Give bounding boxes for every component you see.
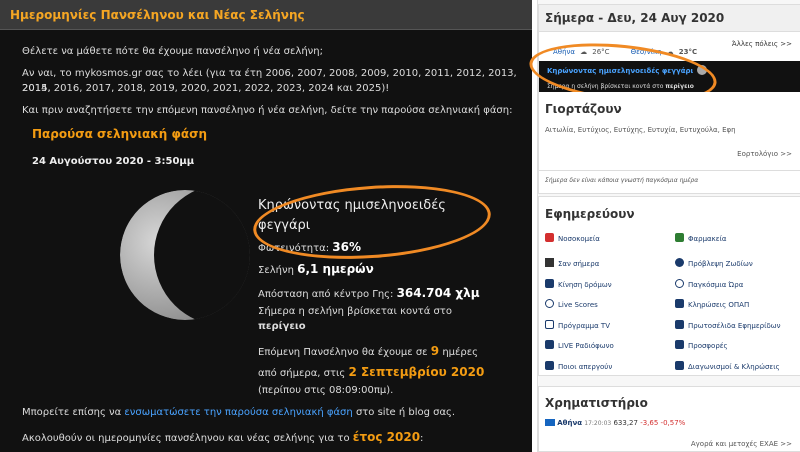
position: Σήμερα η σελήνη βρίσκεται κοντά στο περίγ… [258, 306, 452, 332]
intro-question: Θέλετε να μάθετε πότε θα έχουμε πανσέλην… [22, 46, 323, 57]
hourglass-icon [545, 258, 554, 267]
dice-icon [675, 299, 684, 308]
other-cities-link[interactable]: Άλλες πόλεις >> [732, 40, 792, 48]
page-title: Ημερομηνίες Πανσέληνου και Νέας Σελήνης [0, 0, 532, 30]
market-title: Χρηματιστήριο [545, 396, 648, 410]
namedays-title: Γιορτάζουν [545, 102, 622, 116]
next-full-moon-time: (περίπου στις 08:09:00πμ). [258, 385, 394, 396]
pharmacies-link[interactable]: Φαρμακεία [675, 233, 727, 243]
clock-icon [675, 279, 684, 288]
world-day-note: Σήμερα δεν είναι κάποια γνωστή παγκόσμια… [539, 170, 800, 190]
calendar-link[interactable]: Εορτολόγιο >> [737, 150, 792, 158]
namedays-list: Αιτωλία, Ευτύχιος, Ευτύχης, Ευτυχία, Ευτ… [545, 126, 736, 134]
distance: Απόσταση από κέντρο Γης: 364.704 χλμ [258, 286, 480, 300]
tv-icon [545, 320, 554, 329]
intro-years-2: 2015, 2016, 2017, 2018, 2019, 2020, 2021… [22, 83, 390, 94]
next-full-moon: Επόμενη Πανσέληνο θα έχουμε σε 9 ημέρες [258, 344, 479, 358]
plus-icon [545, 233, 554, 242]
phase-heading: Παρούσα σεληνιακή φάση [32, 127, 208, 141]
pharmacy-icon [675, 233, 684, 242]
star-icon [675, 258, 684, 267]
radio-icon [545, 340, 554, 349]
hospitals-link[interactable]: Νοσοκομεία [545, 233, 600, 243]
market-panel: Χρηματιστήριο Αθήνα 17:20:03 633,27 -3,6… [538, 386, 800, 452]
world-time-link[interactable]: Παγκόσμια Ώρα [675, 279, 743, 289]
moon-age: Σελήνη 6,1 ημερών [258, 262, 374, 276]
next-full-moon-date: από σήμερα, στις 2 Σεπτεμβρίου 2020 [258, 365, 485, 379]
sidebar: Σήμερα - Δευ, 24 Αυγ 2020 Αθήνα ☁ 26°C Θ… [526, 0, 800, 452]
horoscope-link[interactable]: Πρόβλεψη Ζωδίων [675, 258, 753, 268]
duty-panel: Εφημερεύουν Νοσοκομεία Φαρμακεία Σαν σήμ… [538, 196, 800, 376]
radio-link[interactable]: LIVE Ραδιόφωνο [545, 340, 614, 350]
market-link[interactable]: Αγορά και μετοχές ΕΧΑΕ >> [691, 440, 792, 448]
main-content: Ημερομηνίες Πανσέληνου και Νέας Σελήνης … [0, 0, 532, 452]
moon-image [120, 190, 250, 320]
market-row: Αθήνα 17:20:03 633,27 -3,65 -0,57% [545, 419, 795, 427]
live-scores-link[interactable]: Live Scores [545, 299, 598, 309]
intro-before: Και πριν αναζητήσετε την επόμενη πανσέλη… [22, 105, 513, 116]
namedays-panel: Γιορτάζουν Αιτωλία, Ευτύχιος, Ευτύχης, Ε… [538, 92, 800, 194]
year-line: Ακολουθούν οι ημερομηνίες πανσέληνου και… [22, 430, 424, 444]
annotation-circle [250, 177, 494, 267]
on-this-day-link[interactable]: Σαν σήμερα [545, 258, 599, 268]
opap-link[interactable]: Κληρώσεις ΟΠΑΠ [675, 299, 749, 309]
contests-link[interactable]: Διαγωνισμοί & Κληρώσεις [675, 361, 780, 371]
newspaper-icon [675, 320, 684, 329]
tag-icon [675, 340, 684, 349]
gift-icon [675, 361, 684, 370]
greece-flag-icon [545, 419, 555, 426]
ball-icon [545, 299, 554, 308]
today-title: Σήμερα - Δευ, 24 Αυγ 2020 [539, 5, 800, 32]
car-icon [545, 279, 554, 288]
hand-icon [545, 361, 554, 370]
traffic-link[interactable]: Κίνηση δρόμων [545, 279, 612, 289]
embed-line: Μπορείτε επίσης να ενσωματώσετε την παρο… [22, 407, 456, 418]
tv-link[interactable]: Πρόγραμμα TV [545, 320, 610, 330]
newspapers-link[interactable]: Πρωτοσέλιδα Εφημερίδων [675, 320, 781, 330]
strikes-link[interactable]: Ποιοι απεργούν [545, 361, 612, 371]
embed-link[interactable]: ενσωματώσετε την παρούσα σεληνιακή φάση [124, 407, 352, 418]
duty-title: Εφημερεύουν [545, 207, 635, 221]
phase-datetime: 24 Αυγούστου 2020 - 3:50μμ [32, 156, 195, 167]
offers-link[interactable]: Προσφορές [675, 340, 728, 350]
